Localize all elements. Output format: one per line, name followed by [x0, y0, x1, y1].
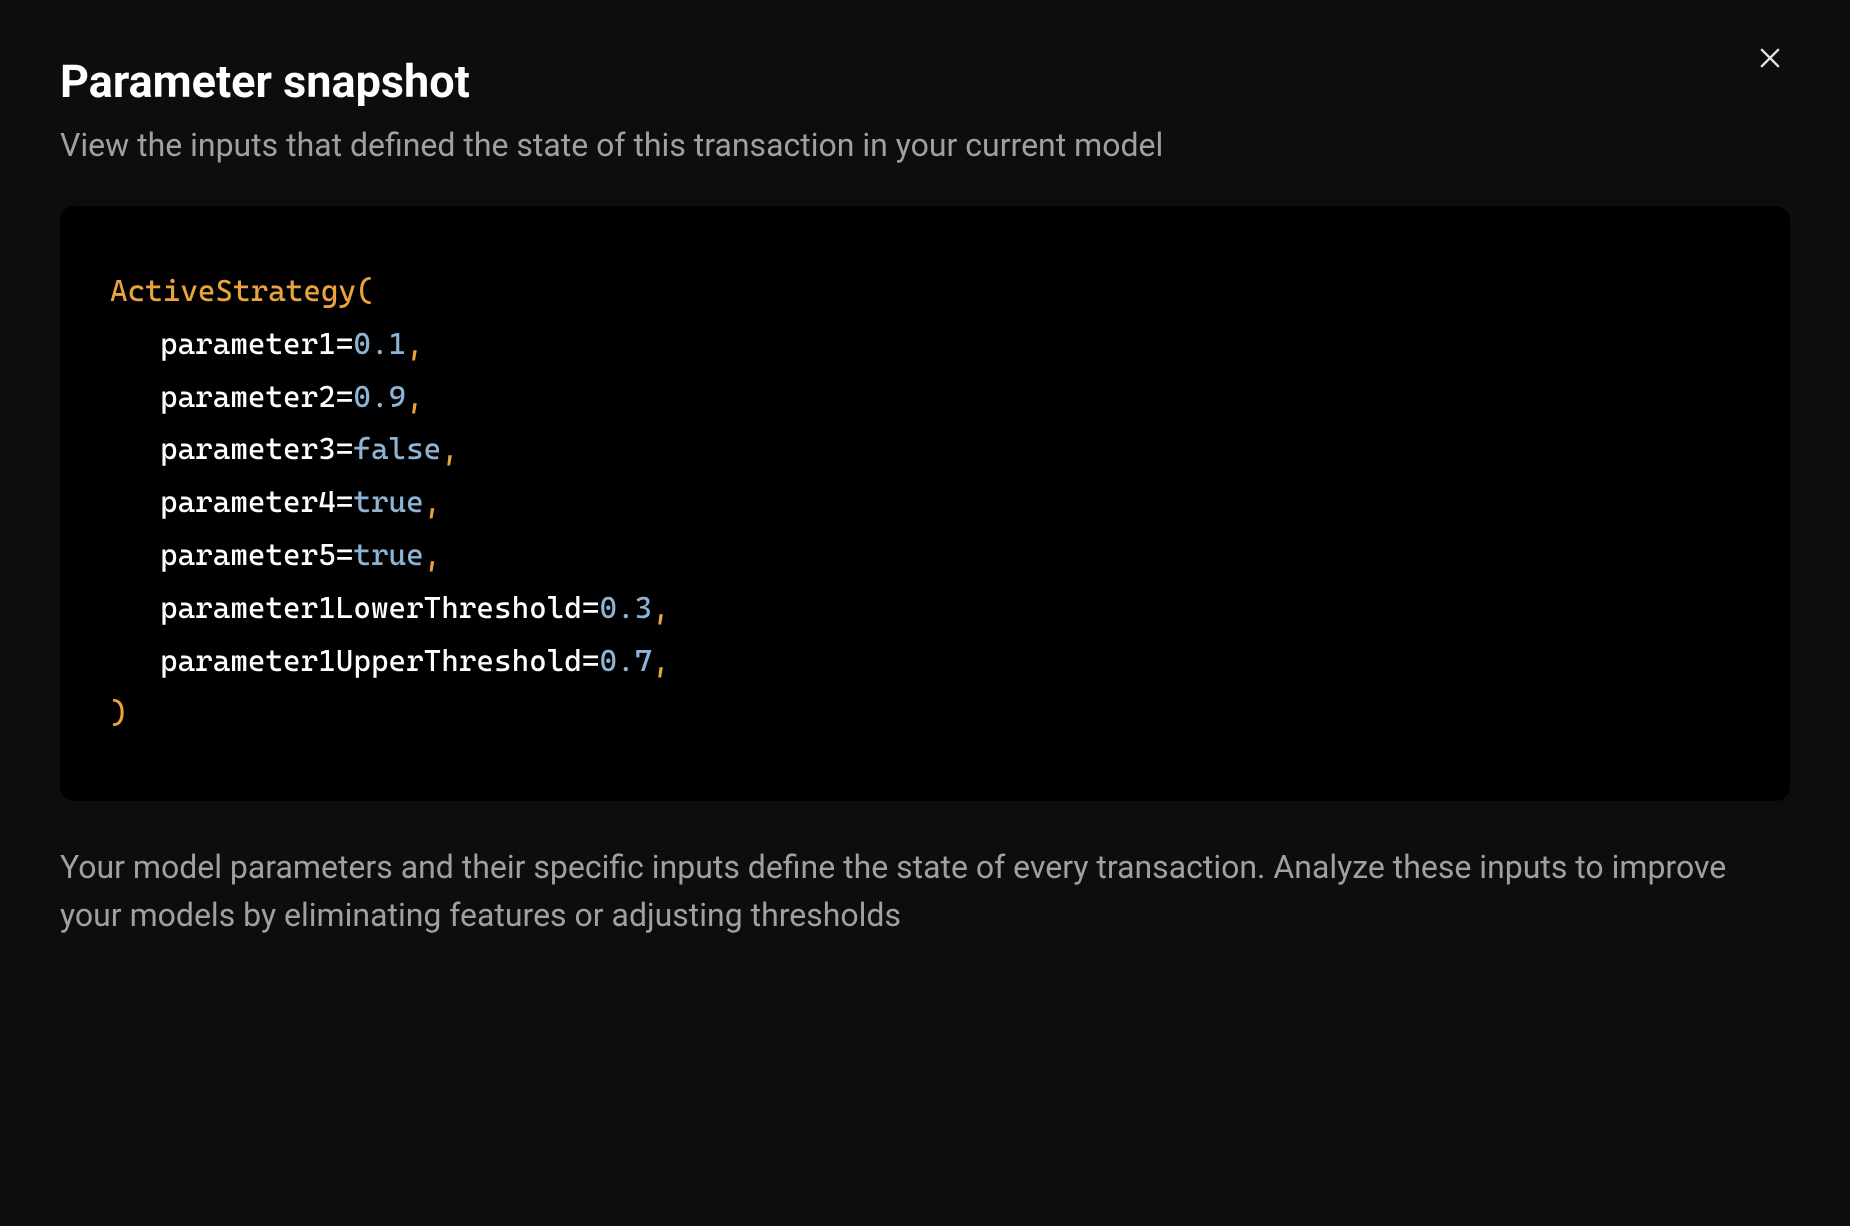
equals-sign: =	[336, 538, 354, 573]
comma: ,	[441, 432, 459, 467]
param-name: parameter2	[160, 380, 336, 415]
comma: ,	[652, 591, 670, 626]
equals-sign: =	[336, 485, 354, 520]
comma: ,	[424, 485, 442, 520]
comma: ,	[424, 538, 442, 573]
dialog-subtitle: View the inputs that defined the state o…	[60, 126, 1790, 164]
equals-sign: =	[336, 432, 354, 467]
param-name: parameter1	[160, 327, 336, 362]
equals-sign: =	[336, 380, 354, 415]
comma: ,	[652, 644, 670, 679]
code-param-line: parameter5=true,	[110, 530, 1740, 583]
param-name: parameter3	[160, 432, 336, 467]
param-value: 0.1	[353, 327, 406, 362]
close-paren: )	[110, 696, 128, 731]
param-name: parameter4	[160, 485, 336, 520]
param-name: parameter5	[160, 538, 336, 573]
code-param-line: parameter1=0.1,	[110, 319, 1740, 372]
param-name: parameter1UpperThreshold	[160, 644, 582, 679]
comma: ,	[406, 327, 424, 362]
code-param-line: parameter3=false,	[110, 424, 1740, 477]
footer-description: Your model parameters and their specific…	[60, 843, 1790, 939]
equals-sign: =	[582, 591, 600, 626]
dialog-title: Parameter snapshot	[60, 55, 1790, 108]
param-value: true	[353, 485, 423, 520]
code-param-line: parameter1UpperThreshold=0.7,	[110, 636, 1740, 689]
param-value: true	[353, 538, 423, 573]
close-icon	[1756, 44, 1784, 76]
code-snapshot: ActiveStrategy( parameter1=0.1,parameter…	[60, 206, 1790, 801]
code-open-line: ActiveStrategy(	[110, 266, 1740, 319]
function-name: ActiveStrategy	[110, 274, 356, 309]
equals-sign: =	[336, 327, 354, 362]
code-param-line: parameter4=true,	[110, 477, 1740, 530]
param-value: false	[353, 432, 441, 467]
param-value: 0.3	[599, 591, 652, 626]
open-paren: (	[356, 274, 374, 309]
code-close-line: )	[110, 688, 1740, 741]
code-param-line: parameter1LowerThreshold=0.3,	[110, 583, 1740, 636]
equals-sign: =	[582, 644, 600, 679]
code-param-line: parameter2=0.9,	[110, 372, 1740, 425]
close-button[interactable]	[1750, 40, 1790, 80]
param-value: 0.9	[353, 380, 406, 415]
param-name: parameter1LowerThreshold	[160, 591, 582, 626]
param-value: 0.7	[599, 644, 652, 679]
comma: ,	[406, 380, 424, 415]
